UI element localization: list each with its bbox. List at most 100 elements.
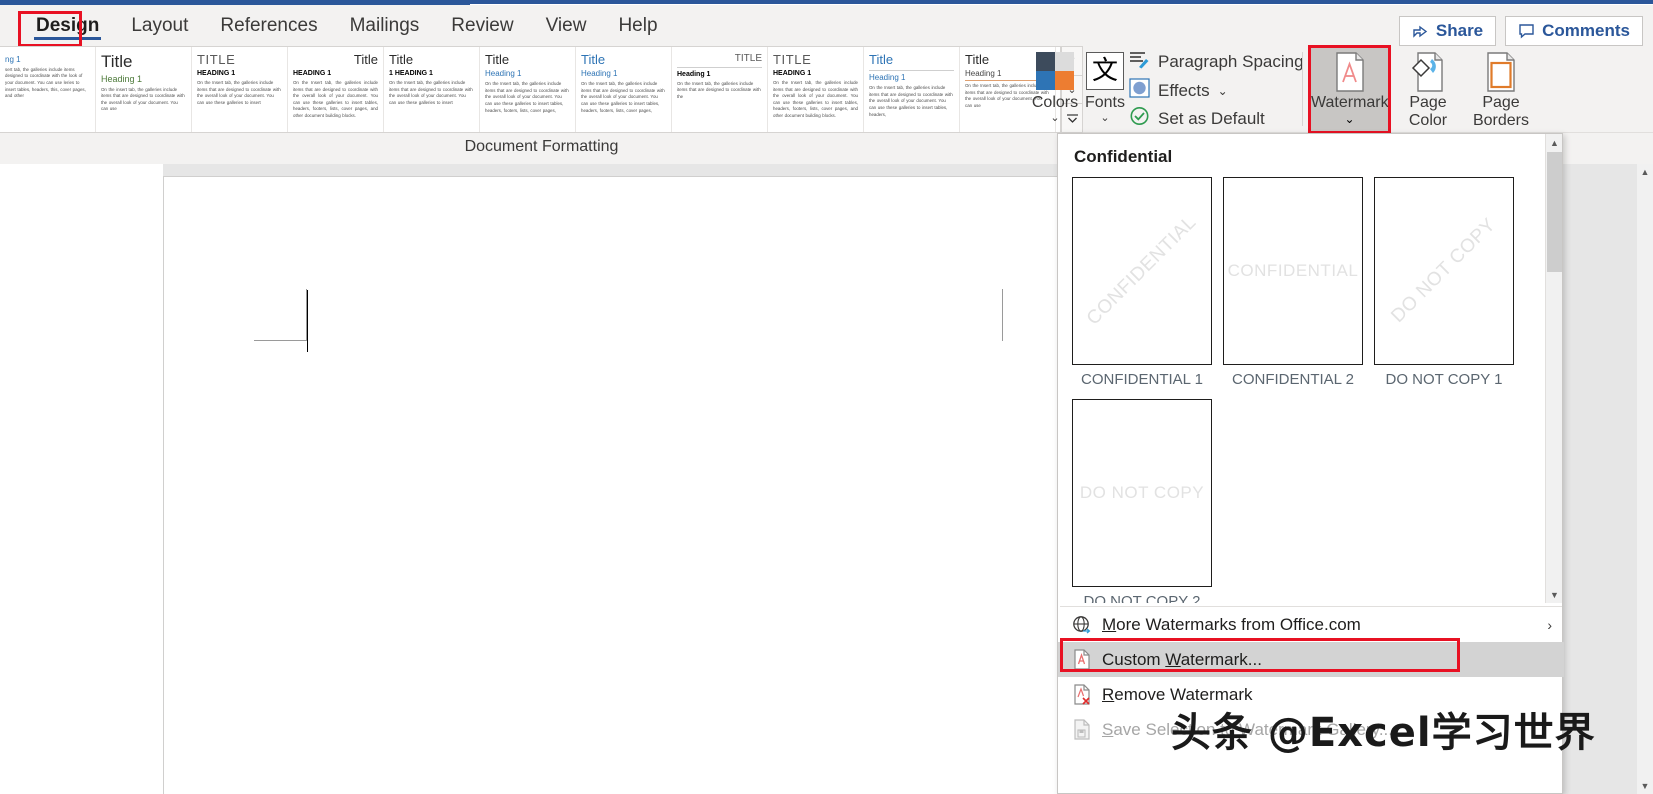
watermark-icon: [1333, 52, 1367, 92]
style-rule: [677, 67, 762, 68]
page-color-label: Page Color: [1408, 94, 1448, 130]
watermark-preview: CONFIDENTIAL: [1072, 177, 1212, 365]
submenu-chevron-right-icon: ›: [1547, 616, 1552, 633]
watermark-thumbnail[interactable]: CONFIDENTIAL CONFIDENTIAL 1: [1072, 177, 1212, 388]
page-borders-button[interactable]: Page Borders: [1466, 52, 1536, 131]
tab-help[interactable]: Help: [602, 5, 673, 46]
comments-button[interactable]: Comments: [1505, 15, 1643, 46]
style-body-text: On the Insert tab, the galleries include…: [293, 79, 378, 119]
watermark-menu-item[interactable]: Custom Watermark...: [1058, 642, 1564, 677]
style-title: Title: [353, 52, 378, 67]
watermark-preview-text: CONFIDENTIAL: [1227, 261, 1359, 280]
style-body-text: On the Insert tab, the galleries include…: [773, 79, 858, 119]
document-style-gallery[interactable]: ng 1 sert tab, the galleries include item…: [0, 46, 1061, 133]
fonts-chevron-down-icon[interactable]: ⌄: [1074, 113, 1136, 124]
tab-mailings[interactable]: Mailings: [334, 5, 436, 46]
watermark-menu-item-label: Save Selection to Watermark Gallery...: [1102, 719, 1393, 739]
style-title: TITLE: [773, 52, 812, 67]
watermark-preview-text: DO NOT COPY: [1079, 483, 1205, 502]
document-scroll-up-arrow-icon[interactable]: ▲: [1637, 164, 1653, 180]
watermark-preview: CONFIDENTIAL: [1223, 177, 1363, 365]
watermark-preview-text: DO NOT COPY: [1387, 214, 1500, 327]
style-title: TITLE: [734, 53, 762, 64]
style-heading: Heading 1: [581, 69, 618, 79]
style-gallery-item[interactable]: Title 1 HEADING 1 On the Insert tab, the g…: [384, 47, 480, 132]
watermark-menu-item[interactable]: More Watermarks from Office.com ›: [1058, 607, 1564, 642]
tab-design[interactable]: Design: [20, 5, 115, 46]
watermark-button[interactable]: Watermark ⌄: [1311, 48, 1389, 131]
left-margin-pane: [0, 164, 163, 794]
document-scroll-down-arrow-icon[interactable]: ▼: [1637, 778, 1653, 794]
watermark-menu-item-label: Remove Watermark: [1102, 684, 1253, 704]
style-title: Title: [101, 52, 133, 71]
style-gallery-item[interactable]: Title HEADING 1 On the Insert tab, the gal…: [288, 47, 384, 132]
style-body-text: On the Insert tab, the galleries include…: [485, 81, 569, 113]
watermark-menu-item-label: Custom Watermark...: [1102, 649, 1262, 669]
watermark-menu-item-label: More Watermarks from Office.com: [1102, 614, 1361, 634]
save-selection-icon: [1072, 719, 1102, 740]
share-button[interactable]: Share: [1398, 15, 1497, 46]
swatch-cell-2: [1036, 71, 1055, 90]
style-gallery-item[interactable]: Title Heading 1 On the Insert tab, the gal…: [864, 47, 960, 132]
style-body-text: On the insert tab, the galleries include…: [101, 86, 185, 112]
watermark-panel-scrollbar[interactable]: ▲ ▼: [1545, 134, 1562, 603]
watermark-thumbnail[interactable]: CONFIDENTIAL CONFIDENTIAL 2: [1223, 177, 1363, 388]
margin-mark-top-left-horizontal: [254, 340, 307, 341]
watermark-menu-item: Save Selection to Watermark Gallery...: [1058, 712, 1564, 747]
style-body-text: On the Insert tab, the galleries include…: [677, 80, 761, 99]
watermark-dropdown-panel: Confidential CONFIDENTIAL CONFIDENTIAL 1C…: [1057, 133, 1564, 794]
tab-references[interactable]: References: [204, 5, 333, 46]
style-body-text: On the Insert tab, the galleries include…: [389, 79, 473, 105]
style-heading: 1 HEADING 1: [389, 70, 433, 78]
style-body-text: sert tab, the galleries include items de…: [5, 66, 86, 99]
document-scrollbar[interactable]: ▲ ▼: [1637, 164, 1653, 794]
title-bar-accent: [470, 0, 1653, 4]
watermark-scroll-down-arrow-icon[interactable]: ▼: [1546, 586, 1563, 603]
paragraph-spacing-button[interactable]: Paragraph Spacing ⌄: [1129, 50, 1322, 74]
set-as-default-button[interactable]: Set as Default: [1129, 106, 1265, 131]
watermark-preview-text: CONFIDENTIAL: [1082, 211, 1201, 330]
effects-button[interactable]: Effects ⌄: [1129, 78, 1228, 103]
style-gallery-item[interactable]: TITLE HEADING 1On the Insert tab, the gal…: [192, 47, 288, 132]
tab-view[interactable]: View: [530, 5, 603, 46]
style-gallery-item[interactable]: TITLE Heading 1 On the Insert tab, the gal…: [672, 47, 768, 132]
style-heading: HEADING 1: [293, 70, 332, 78]
watermark-thumbnail-grid: CONFIDENTIAL CONFIDENTIAL 1 CONFIDENTIAL CO…: [1058, 177, 1547, 603]
watermark-menu-item[interactable]: Remove Watermark: [1058, 677, 1564, 712]
watermark-thumbnail[interactable]: DO NOT COPY DO NOT COPY 2: [1072, 399, 1212, 603]
comments-label: Comments: [1542, 20, 1630, 40]
watermark-caption: DO NOT COPY 1: [1385, 371, 1503, 388]
tab-review[interactable]: Review: [435, 5, 529, 46]
page-borders-icon: [1484, 52, 1518, 92]
style-gallery-item[interactable]: Title Heading 1 On the Insert tab, the gal…: [480, 47, 576, 132]
remove-watermark-icon: [1072, 684, 1102, 705]
effects-label: Effects: [1158, 80, 1210, 100]
watermark-scrollbar-thumb[interactable]: [1547, 152, 1562, 272]
fonts-button[interactable]: 文 Fonts ⌄: [1074, 52, 1136, 124]
watermark-thumbnail[interactable]: DO NOT COPY DO NOT COPY 1: [1374, 177, 1514, 388]
theme-fonts-icon: 文: [1086, 52, 1124, 90]
style-body-text: On the Insert tab, the galleries include…: [197, 79, 281, 105]
swatch-cell-0: [1036, 52, 1055, 71]
watermark-preview: DO NOT COPY: [1374, 177, 1514, 365]
watermark-caption: DO NOT COPY 2: [1083, 593, 1201, 603]
ribbon-tab-row: Design Layout References Mailings Review View…: [0, 5, 1653, 47]
style-gallery-item[interactable]: Title Heading 1 On the Insert tab, the gal…: [576, 47, 672, 132]
style-title: Title: [485, 52, 510, 67]
share-label: Share: [1435, 20, 1484, 40]
share-icon: [1412, 23, 1429, 39]
style-body-text: On the Insert tab, the galleries include…: [869, 85, 953, 117]
tab-layout[interactable]: Layout: [115, 5, 204, 46]
style-title: Title: [581, 52, 606, 67]
watermark-chevron-down-icon[interactable]: ⌄: [1311, 112, 1388, 126]
effects-chevron-down-icon[interactable]: ⌄: [1218, 84, 1228, 98]
style-heading: ng 1: [5, 55, 21, 64]
watermark-scroll-up-arrow-icon[interactable]: ▲: [1546, 134, 1563, 151]
style-gallery-item[interactable]: TITLE HEADING 1On the Insert tab, the gal…: [768, 47, 864, 132]
ribbon-group-separator: [1302, 52, 1303, 126]
style-gallery-item[interactable]: Title Heading 1 On the insert tab, the gal…: [96, 47, 192, 132]
word-window: Design Layout References Mailings Review View…: [0, 0, 1653, 794]
style-gallery-item[interactable]: ng 1 sert tab, the galleries include item…: [0, 47, 96, 132]
style-rule: [869, 70, 954, 72]
style-heading: HEADING 1: [197, 70, 236, 78]
